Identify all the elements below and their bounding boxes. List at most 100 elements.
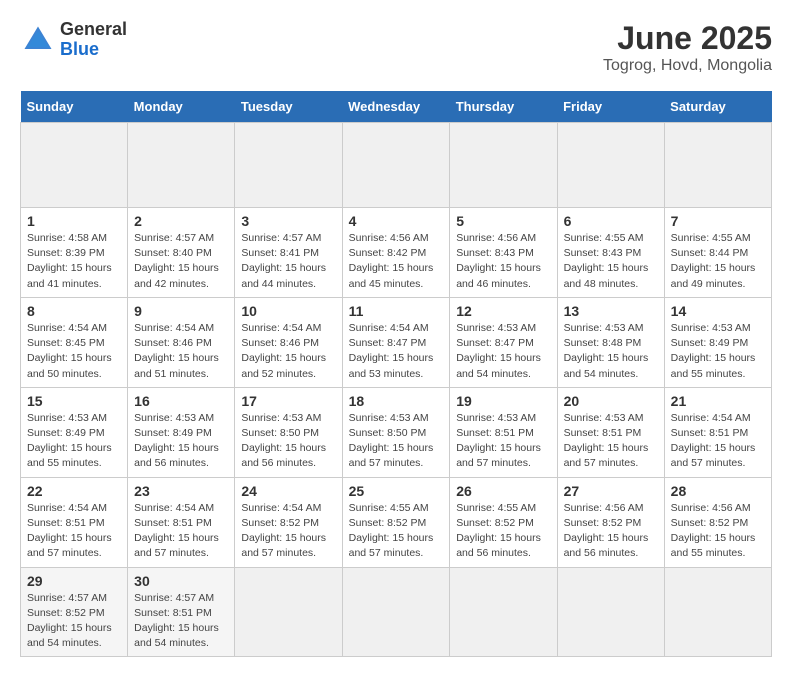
calendar-cell: 2Sunrise: 4:57 AMSunset: 8:40 PMDaylight… (128, 208, 235, 298)
day-info: Sunrise: 4:55 AMSunset: 8:43 PMDaylight:… (564, 231, 658, 292)
calendar-cell: 14 Sunrise: 4:53 AMSunset: 8:49 PMDayligh… (664, 297, 771, 387)
day-number: 22 (27, 483, 121, 499)
day-number: 15 (27, 393, 121, 409)
day-info: Sunrise: 4:54 AMSunset: 8:52 PMDaylight:… (241, 501, 335, 562)
day-number: 27 (564, 483, 658, 499)
day-header-wednesday: Wednesday (342, 91, 450, 123)
calendar-cell (128, 123, 235, 208)
day-number: 26 (456, 483, 550, 499)
day-info: Sunrise: 4:56 AMSunset: 8:52 PMDaylight:… (671, 501, 765, 562)
day-info: Sunrise: 4:54 AMSunset: 8:51 PMDaylight:… (134, 501, 228, 562)
day-info: Sunrise: 4:56 AMSunset: 8:52 PMDaylight:… (564, 501, 658, 562)
day-info: Sunrise: 4:54 AMSunset: 8:51 PMDaylight:… (671, 411, 765, 472)
day-number: 8 (27, 303, 121, 319)
day-info: Sunrise: 4:54 AMSunset: 8:51 PMDaylight:… (27, 501, 121, 562)
calendar-cell: 16Sunrise: 4:53 AMSunset: 8:49 PMDayligh… (128, 387, 235, 477)
day-number: 3 (241, 213, 335, 229)
day-number: 30 (134, 573, 228, 589)
day-number: 6 (564, 213, 658, 229)
day-info: Sunrise: 4:53 AMSunset: 8:51 PMDaylight:… (456, 411, 550, 472)
calendar-cell: 25 Sunrise: 4:55 AMSunset: 8:52 PMDayligh… (342, 477, 450, 567)
calendar-cell: 8 Sunrise: 4:54 AMSunset: 8:45 PMDaylight… (21, 297, 128, 387)
day-number: 9 (134, 303, 228, 319)
day-info: Sunrise: 4:53 AMSunset: 8:50 PMDaylight:… (349, 411, 444, 472)
calendar-cell: 17 Sunrise: 4:53 AMSunset: 8:50 PMDayligh… (235, 387, 342, 477)
day-info: Sunrise: 4:55 AMSunset: 8:52 PMDaylight:… (456, 501, 550, 562)
calendar-cell: 7 Sunrise: 4:55 AMSunset: 8:44 PMDaylight… (664, 208, 771, 298)
day-number: 21 (671, 393, 765, 409)
week-row-5: 22 Sunrise: 4:54 AMSunset: 8:51 PMDayligh… (21, 477, 772, 567)
day-number: 5 (456, 213, 550, 229)
calendar-cell: 27 Sunrise: 4:56 AMSunset: 8:52 PMDayligh… (557, 477, 664, 567)
calendar-table: SundayMondayTuesdayWednesdayThursdayFrid… (20, 91, 772, 657)
day-info: Sunrise: 4:53 AMSunset: 8:49 PMDaylight:… (671, 321, 765, 382)
day-info: Sunrise: 4:53 AMSunset: 8:48 PMDaylight:… (564, 321, 658, 382)
week-row-1 (21, 123, 772, 208)
logo-icon (20, 22, 56, 58)
day-info: Sunrise: 4:55 AMSunset: 8:52 PMDaylight:… (349, 501, 444, 562)
week-row-4: 15 Sunrise: 4:53 AMSunset: 8:49 PMDayligh… (21, 387, 772, 477)
calendar-cell: 1Sunrise: 4:58 AMSunset: 8:39 PMDaylight… (21, 208, 128, 298)
calendar-cell: 10 Sunrise: 4:54 AMSunset: 8:46 PMDayligh… (235, 297, 342, 387)
day-number: 23 (134, 483, 228, 499)
logo-blue-text: Blue (60, 40, 127, 60)
day-info: Sunrise: 4:53 AMSunset: 8:50 PMDaylight:… (241, 411, 335, 472)
title-section: June 2025 Togrog, Hovd, Mongolia (603, 20, 772, 75)
calendar-cell (342, 123, 450, 208)
calendar-cell (21, 123, 128, 208)
calendar-cell (235, 123, 342, 208)
calendar-cell: 20Sunrise: 4:53 AMSunset: 8:51 PMDayligh… (557, 387, 664, 477)
day-info: Sunrise: 4:55 AMSunset: 8:44 PMDaylight:… (671, 231, 765, 292)
calendar-cell: 6 Sunrise: 4:55 AMSunset: 8:43 PMDaylight… (557, 208, 664, 298)
calendar-cell: 11Sunrise: 4:54 AMSunset: 8:47 PMDayligh… (342, 297, 450, 387)
day-header-sunday: Sunday (21, 91, 128, 123)
day-number: 19 (456, 393, 550, 409)
day-number: 24 (241, 483, 335, 499)
month-title: June 2025 (603, 20, 772, 57)
page-header: General Blue June 2025 Togrog, Hovd, Mon… (20, 20, 772, 75)
day-info: Sunrise: 4:57 AMSunset: 8:52 PMDaylight:… (27, 591, 121, 652)
day-info: Sunrise: 4:57 AMSunset: 8:41 PMDaylight:… (241, 231, 335, 292)
day-header-tuesday: Tuesday (235, 91, 342, 123)
calendar-cell: 22 Sunrise: 4:54 AMSunset: 8:51 PMDayligh… (21, 477, 128, 567)
day-header-thursday: Thursday (450, 91, 557, 123)
logo-general-text: General (60, 20, 127, 40)
day-info: Sunrise: 4:53 AMSunset: 8:47 PMDaylight:… (456, 321, 550, 382)
day-number: 17 (241, 393, 335, 409)
week-row-3: 8 Sunrise: 4:54 AMSunset: 8:45 PMDaylight… (21, 297, 772, 387)
day-number: 13 (564, 303, 658, 319)
calendar-cell: 4 Sunrise: 4:56 AMSunset: 8:42 PMDaylight… (342, 208, 450, 298)
calendar-cell: 9 Sunrise: 4:54 AMSunset: 8:46 PMDaylight… (128, 297, 235, 387)
day-info: Sunrise: 4:56 AMSunset: 8:42 PMDaylight:… (349, 231, 444, 292)
day-number: 10 (241, 303, 335, 319)
calendar-cell: 23 Sunrise: 4:54 AMSunset: 8:51 PMDayligh… (128, 477, 235, 567)
day-header-friday: Friday (557, 91, 664, 123)
day-number: 18 (349, 393, 444, 409)
calendar-cell: 18 Sunrise: 4:53 AMSunset: 8:50 PMDayligh… (342, 387, 450, 477)
day-info: Sunrise: 4:54 AMSunset: 8:46 PMDaylight:… (241, 321, 335, 382)
day-number: 4 (349, 213, 444, 229)
calendar-cell: 24 Sunrise: 4:54 AMSunset: 8:52 PMDayligh… (235, 477, 342, 567)
day-number: 25 (349, 483, 444, 499)
day-info: Sunrise: 4:57 AMSunset: 8:51 PMDaylight:… (134, 591, 228, 652)
logo: General Blue (20, 20, 127, 60)
calendar-cell (557, 123, 664, 208)
day-header-monday: Monday (128, 91, 235, 123)
calendar-cell (664, 123, 771, 208)
calendar-cell: 3 Sunrise: 4:57 AMSunset: 8:41 PMDaylight… (235, 208, 342, 298)
day-info: Sunrise: 4:54 AMSunset: 8:45 PMDaylight:… (27, 321, 121, 382)
calendar-cell: 13 Sunrise: 4:53 AMSunset: 8:48 PMDayligh… (557, 297, 664, 387)
day-number: 14 (671, 303, 765, 319)
day-info: Sunrise: 4:57 AMSunset: 8:40 PMDaylight:… (134, 231, 228, 292)
calendar-cell (450, 123, 557, 208)
day-header-saturday: Saturday (664, 91, 771, 123)
day-number: 29 (27, 573, 121, 589)
day-number: 7 (671, 213, 765, 229)
day-info: Sunrise: 4:54 AMSunset: 8:46 PMDaylight:… (134, 321, 228, 382)
calendar-cell: 21 Sunrise: 4:54 AMSunset: 8:51 PMDayligh… (664, 387, 771, 477)
day-info: Sunrise: 4:53 AMSunset: 8:49 PMDaylight:… (27, 411, 121, 472)
day-number: 20 (564, 393, 658, 409)
calendar-cell: 28Sunrise: 4:56 AMSunset: 8:52 PMDayligh… (664, 477, 771, 567)
day-number: 16 (134, 393, 228, 409)
calendar-cell: 19 Sunrise: 4:53 AMSunset: 8:51 PMDayligh… (450, 387, 557, 477)
